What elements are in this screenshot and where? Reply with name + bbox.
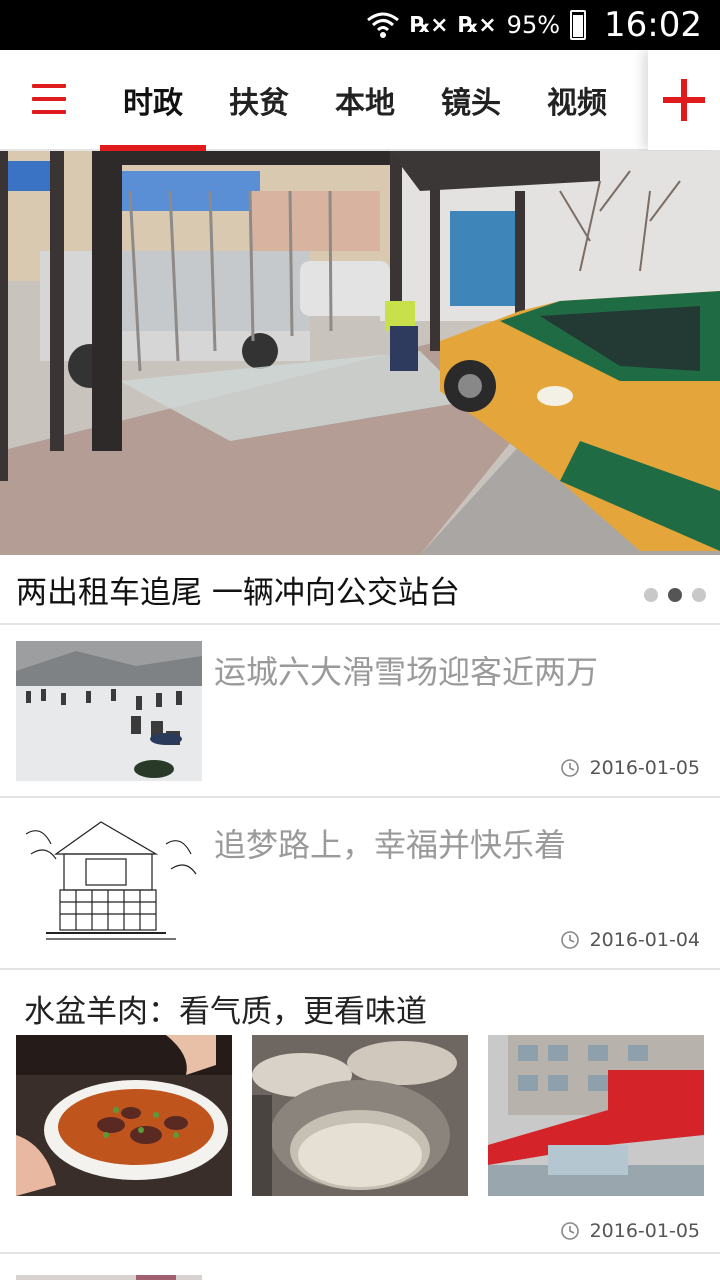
status-bar: ℞× ℞× 95% 16:02 bbox=[0, 0, 720, 50]
menu-icon[interactable] bbox=[28, 80, 72, 120]
news-date: 2016-01-05 bbox=[560, 757, 700, 779]
battery-percent: 95% bbox=[506, 11, 561, 39]
hero-carousel[interactable]: 两出租车追尾 一辆冲向公交站台 bbox=[0, 151, 720, 623]
clock-time: 16:02 bbox=[604, 5, 702, 45]
wifi-icon bbox=[367, 12, 400, 38]
carousel-dot-active bbox=[668, 588, 682, 602]
news-date-text: 2016-01-05 bbox=[589, 757, 700, 779]
hero-caption[interactable]: 两出租车追尾 一辆冲向公交站台 bbox=[16, 555, 460, 623]
news-thumbnail[interactable] bbox=[16, 1270, 202, 1280]
news-date-text: 2016-01-04 bbox=[589, 929, 700, 951]
news-item[interactable]: 运城六大滑雪场迎客近两万 2016-01-05 bbox=[0, 625, 720, 796]
clock-icon bbox=[560, 931, 579, 949]
news-thumbnail[interactable] bbox=[16, 641, 202, 781]
tab-bendi[interactable]: 本地 bbox=[312, 50, 418, 150]
news-item-partial[interactable] bbox=[0, 1254, 720, 1280]
carousel-indicator bbox=[644, 588, 706, 602]
plus-icon bbox=[663, 79, 705, 121]
gallery-news-item[interactable]: 水盆羊肉：看气质，更看味道 2016-01-05 bbox=[0, 970, 720, 1252]
gallery-title[interactable]: 水盆羊肉：看气质，更看味道 bbox=[24, 986, 427, 1031]
tab-fupin[interactable]: 扶贫 bbox=[206, 50, 312, 150]
clock-icon bbox=[560, 1222, 579, 1240]
news-thumbnail[interactable] bbox=[16, 814, 202, 954]
sim2-no-signal-icon: ℞× bbox=[458, 12, 497, 38]
channel-tabs: 时政 扶贫 本地 镜头 视频 bbox=[100, 50, 630, 151]
gallery-date-text: 2016-01-05 bbox=[589, 1220, 700, 1242]
news-item[interactable]: 追梦路上，幸福并快乐着 2016-01-04 bbox=[0, 798, 720, 968]
hero-image[interactable] bbox=[0, 151, 720, 555]
carousel-dot bbox=[644, 588, 658, 602]
add-channel-button[interactable] bbox=[648, 50, 720, 150]
news-title[interactable]: 运城六大滑雪场迎客近两万 bbox=[214, 647, 598, 693]
battery-icon bbox=[570, 10, 587, 40]
channel-nav-bar: 时政 扶贫 本地 镜头 视频 bbox=[0, 50, 720, 151]
news-title[interactable]: 追梦路上，幸福并快乐着 bbox=[214, 820, 566, 866]
tab-jingtou[interactable]: 镜头 bbox=[418, 50, 524, 150]
gallery-image-1[interactable] bbox=[16, 1035, 232, 1196]
tab-shizheng[interactable]: 时政 bbox=[100, 50, 206, 151]
gallery-image-2[interactable] bbox=[252, 1035, 468, 1196]
gallery-date: 2016-01-05 bbox=[560, 1220, 700, 1242]
carousel-dot bbox=[692, 588, 706, 602]
news-date: 2016-01-04 bbox=[560, 929, 700, 951]
clock-icon bbox=[560, 759, 579, 777]
tab-shipin[interactable]: 视频 bbox=[524, 50, 630, 150]
sim1-no-signal-icon: ℞× bbox=[410, 12, 449, 38]
gallery-image-3[interactable] bbox=[488, 1035, 704, 1196]
